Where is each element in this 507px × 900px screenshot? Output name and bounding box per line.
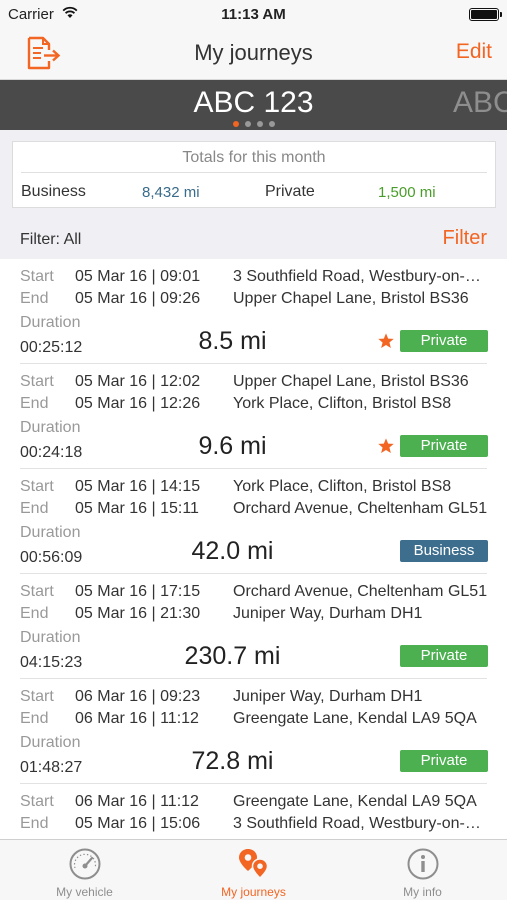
filter-status: Filter: All — [20, 231, 82, 248]
end-address: 3 Southfield Road, Westbury-on-Trym — [233, 815, 489, 832]
duration-label: Duration — [20, 734, 81, 751]
category-badge[interactable]: Private — [400, 435, 488, 457]
divider — [21, 172, 487, 173]
distance-value: 42.0 mi — [191, 537, 274, 565]
start-time: 05 Mar 16 | 14:15 — [75, 478, 201, 495]
start-label: Start — [20, 268, 54, 285]
speedometer-icon — [69, 848, 101, 880]
end-label: End — [20, 395, 49, 412]
start-address: Upper Chapel Lane, Bristol BS36 — [233, 373, 469, 390]
vehicle-selector[interactable]: ABC 123 ABC — [0, 80, 507, 130]
page-indicator[interactable] — [0, 121, 507, 127]
start-time: 05 Mar 16 | 12:02 — [75, 373, 201, 390]
edit-button[interactable]: Edit — [456, 40, 492, 64]
end-label: End — [20, 815, 49, 832]
journey-row[interactable]: Start 05 Mar 16 | 09:01 3 Southfield Road,… — [0, 259, 507, 364]
tab-my-journeys[interactable]: My journeys — [169, 840, 338, 900]
status-bar: Carrier 11:13 AM — [0, 0, 507, 28]
tab-label: My info — [403, 885, 442, 899]
private-total-value: 1,500 mi — [378, 184, 436, 201]
category-badge[interactable]: Private — [400, 750, 488, 772]
tab-my-info[interactable]: My info — [338, 840, 507, 900]
start-label: Start — [20, 793, 54, 810]
end-address: York Place, Clifton, Bristol BS8 — [233, 395, 452, 412]
end-address: Greengate Lane, Kendal LA9 5QA — [233, 710, 477, 727]
end-label: End — [20, 500, 49, 517]
start-label: Start — [20, 373, 54, 390]
duration-label: Duration — [20, 419, 81, 436]
journey-row[interactable]: Start 05 Mar 16 | 12:02 Upper Chapel Lane,… — [0, 364, 507, 469]
journey-row[interactable]: Start 05 Mar 16 | 17:15 Orchard Avenue, Ch… — [0, 574, 507, 679]
end-label: End — [20, 710, 49, 727]
end-label: End — [20, 605, 49, 622]
business-total-value: 8,432 mi — [142, 184, 200, 201]
category-badge[interactable]: Business — [400, 540, 488, 562]
private-total-label: Private — [265, 183, 315, 200]
page-dot-active — [232, 121, 239, 127]
battery-icon — [469, 8, 502, 21]
start-address: Greengate Lane, Kendal LA9 5QA — [233, 793, 477, 810]
duration-label: Duration — [20, 629, 81, 646]
page-dot — [244, 121, 251, 127]
filter-bar: Filter: All Filter — [0, 222, 507, 258]
page-title: My journeys — [194, 40, 313, 65]
totals-heading: Totals for this month — [182, 149, 326, 166]
duration-value: 01:48:27 — [20, 759, 83, 776]
start-time: 05 Mar 16 | 17:15 — [75, 583, 201, 600]
tab-my-vehicle[interactable]: My vehicle — [0, 840, 169, 900]
next-vehicle-plate[interactable]: ABC — [453, 86, 507, 120]
monthly-totals-card: Totals for this month Business 8,432 mi … — [12, 141, 496, 208]
star-icon[interactable] — [377, 437, 395, 455]
page-dot — [256, 121, 263, 127]
end-time: 05 Mar 16 | 21:30 — [75, 605, 201, 622]
journey-row[interactable]: Start 05 Mar 16 | 14:15 York Place, Clifto… — [0, 469, 507, 574]
start-address: 3 Southfield Road, Westbury-on-Trym — [233, 268, 489, 285]
start-time: 06 Mar 16 | 11:12 — [75, 793, 199, 810]
duration-label: Duration — [20, 314, 81, 331]
start-address: Juniper Way, Durham DH1 — [233, 688, 423, 705]
end-time: 05 Mar 16 | 09:26 — [75, 290, 201, 307]
end-address: Juniper Way, Durham DH1 — [233, 605, 423, 622]
duration-label: Duration — [20, 524, 81, 541]
duration-value: 04:15:23 — [20, 654, 83, 671]
navigation-bar: My journeys Edit — [0, 28, 507, 80]
start-time: 05 Mar 16 | 09:01 — [75, 268, 201, 285]
duration-value: 00:24:18 — [20, 444, 83, 461]
duration-value: 00:56:09 — [20, 549, 83, 566]
journey-list[interactable]: Start 05 Mar 16 | 09:01 3 Southfield Road,… — [0, 259, 507, 839]
end-time: 05 Mar 16 | 15:11 — [75, 500, 199, 517]
clock: 11:13 AM — [221, 6, 286, 23]
journey-row[interactable]: Start 06 Mar 16 | 11:12 Greengate Lane, Ke… — [0, 784, 507, 839]
start-address: Orchard Avenue, Cheltenham GL51 — [233, 583, 488, 600]
end-time: 06 Mar 16 | 11:12 — [75, 710, 199, 727]
category-badge[interactable]: Private — [400, 645, 488, 667]
end-time: 05 Mar 16 | 12:26 — [75, 395, 201, 412]
filter-button[interactable]: Filter — [443, 227, 487, 250]
map-pins-icon — [239, 849, 269, 880]
start-label: Start — [20, 478, 54, 495]
business-total-label: Business — [21, 183, 86, 200]
start-address: York Place, Clifton, Bristol BS8 — [233, 478, 452, 495]
distance-value: 72.8 mi — [191, 747, 274, 775]
start-time: 06 Mar 16 | 09:23 — [75, 688, 201, 705]
end-label: End — [20, 290, 49, 307]
distance-value: 8.5 mi — [198, 327, 267, 355]
tab-bar: My vehicle My journeys My info — [0, 839, 507, 900]
duration-value: 00:25:12 — [20, 339, 83, 356]
star-icon[interactable] — [377, 332, 395, 350]
journey-row[interactable]: Start 06 Mar 16 | 09:23 Juniper Way, Durha… — [0, 679, 507, 784]
tab-label: My journeys — [221, 885, 286, 899]
distance-value: 9.6 mi — [198, 432, 267, 460]
info-icon — [407, 848, 439, 880]
distance-value: 230.7 mi — [184, 642, 281, 670]
end-address: Orchard Avenue, Cheltenham GL51 — [233, 500, 488, 517]
start-label: Start — [20, 688, 54, 705]
page-dot — [268, 121, 275, 127]
tab-label: My vehicle — [56, 885, 113, 899]
current-vehicle-plate: ABC 123 — [193, 86, 314, 119]
category-badge[interactable]: Private — [400, 330, 488, 352]
end-address: Upper Chapel Lane, Bristol BS36 — [233, 290, 469, 307]
start-label: Start — [20, 583, 54, 600]
end-time: 05 Mar 16 | 15:06 — [75, 815, 201, 832]
